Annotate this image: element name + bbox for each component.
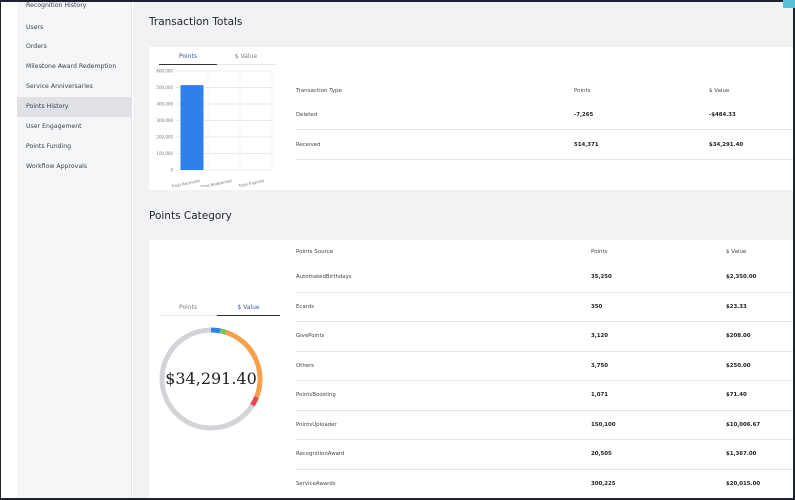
- y-tick-label: 200,000: [156, 135, 173, 140]
- value-cell: -$484.33: [709, 111, 736, 118]
- table-row: Received 514,371 $34,291.40: [296, 130, 793, 160]
- y-tick-label: 100,000: [156, 151, 173, 156]
- sidebar-item-orders[interactable]: Orders: [17, 37, 132, 57]
- y-tick-label: 500,000: [156, 85, 173, 90]
- value-cell: $34,291.40: [709, 141, 744, 148]
- points-cell: 35,250: [591, 274, 612, 281]
- transaction-totals-card: Points $ Value 600,000 500,000 400,000 300,…: [149, 47, 793, 190]
- value-cell: $23.33: [726, 303, 747, 310]
- table-row: Ecards 350 $23.33: [296, 293, 793, 322]
- points-category-tabs: Points $ Value: [159, 304, 280, 316]
- table-header-points: Points: [574, 88, 591, 94]
- transaction-totals-title: Transaction Totals: [149, 16, 243, 28]
- source-cell: PointsBoosting: [296, 392, 336, 399]
- x-tick-label: Total Redeemed: [199, 178, 233, 187]
- table-header-points: Points: [591, 249, 608, 255]
- source-cell: AutomatedBirthdays: [296, 274, 352, 281]
- table-row: ServiceAwards 300,225 $20,015.00: [296, 470, 793, 499]
- table-header-type: Transaction Type: [296, 88, 342, 94]
- table-row: PointsUploader 150,100 $10,006.67: [296, 411, 793, 440]
- points-cell: 150,100: [591, 421, 616, 428]
- transaction-totals-chart: 600,000 500,000 400,000 300,000 200,000 100,0…: [156, 69, 273, 187]
- value-cell: $20,015.00: [726, 480, 761, 487]
- points-category-title: Points Category: [149, 210, 232, 222]
- tab-points[interactable]: Points: [159, 304, 217, 316]
- points-cell: 3,750: [591, 362, 609, 369]
- table-row: Others 3,750 $250.00: [296, 352, 793, 381]
- topbar-accent: [783, 0, 795, 8]
- sidebar-item-users[interactable]: Users: [17, 18, 132, 38]
- points-cell: 1,071: [591, 392, 609, 399]
- donut-total-value: $34,291.40: [165, 369, 257, 388]
- source-cell: Others: [296, 362, 315, 369]
- x-tick-label: Total Received: [170, 178, 201, 187]
- points-cell: 3,120: [591, 333, 609, 340]
- table-row: Deleted -7,265 -$484.33: [296, 100, 793, 130]
- source-cell: Received: [296, 141, 321, 148]
- source-cell: GivePoints: [296, 333, 325, 340]
- y-tick-label: 300,000: [156, 118, 173, 123]
- tab-dollar-value[interactable]: $ Value: [217, 304, 280, 316]
- source-cell: ServiceAwards: [296, 480, 336, 487]
- points-cell: 300,225: [591, 480, 616, 487]
- source-cell: Deleted: [296, 111, 318, 118]
- points-cell: 20,505: [591, 451, 612, 458]
- source-cell: RecognitionAward: [296, 451, 345, 458]
- main-content: Transaction Totals Points $ Value 600,00…: [133, 0, 793, 500]
- sidebar-item-points-funding[interactable]: Points Funding: [17, 137, 132, 157]
- y-tick-label: 600,000: [156, 69, 173, 74]
- sidebar-item-points-history[interactable]: Points History: [17, 97, 132, 117]
- sidebar-item-recognition-history[interactable]: Recognition History: [17, 0, 132, 12]
- value-cell: $208.00: [726, 333, 751, 340]
- sidebar-item-user-engagement[interactable]: User Engagement: [17, 117, 132, 137]
- value-cell: $250.00: [726, 362, 751, 369]
- x-tick-label: Total Expired: [237, 178, 265, 187]
- tab-dollar-value[interactable]: $ Value: [217, 53, 275, 65]
- points-cell: 350: [591, 303, 603, 310]
- table-row: RecognitionAward 20,505 $1,367.00: [296, 440, 793, 470]
- value-cell: $2,350.00: [726, 274, 757, 281]
- y-tick-label: 0: [170, 168, 173, 173]
- source-cell: Ecards: [296, 303, 315, 310]
- source-cell: PointsUploader: [296, 421, 337, 428]
- sidebar-item-milestone-award-redemption[interactable]: Milestone Award Redemption: [17, 57, 132, 77]
- bar-total-received[interactable]: [180, 85, 204, 170]
- value-cell: $1,367.00: [726, 451, 757, 458]
- transaction-totals-tabs: Points $ Value: [159, 53, 275, 65]
- value-cell: $10,006.67: [726, 421, 761, 428]
- sidebar-item-workflow-approvals[interactable]: Workflow Approvals: [17, 157, 132, 177]
- table-row: PointsBoosting 1,071 $71.40: [296, 381, 793, 411]
- y-tick-label: 400,000: [156, 102, 173, 107]
- table-row: AutomatedBirthdays 35,250 $2,350.00: [296, 263, 793, 293]
- value-cell: $71.40: [726, 392, 747, 399]
- table-header-source: Points Source: [296, 249, 334, 255]
- tab-points[interactable]: Points: [159, 53, 217, 65]
- donut-segment[interactable]: [250, 396, 259, 407]
- points-category-card: Points $ Value $34,291.40 Points Source …: [149, 240, 793, 500]
- points-cell: 514,371: [574, 141, 599, 148]
- sidebar: Recognition History Users Orders Milestone …: [17, 0, 132, 500]
- table-row: GivePoints 3,120 $208.00: [296, 322, 793, 352]
- donut-segment[interactable]: [210, 327, 221, 334]
- donut-segment[interactable]: [219, 328, 227, 335]
- table-header-value: $ Value: [709, 88, 730, 94]
- sidebar-item-service-anniversaries[interactable]: Service Anniversaries: [17, 77, 132, 97]
- table-header-value: $ Value: [726, 249, 747, 255]
- points-cell: -7,265: [574, 111, 594, 118]
